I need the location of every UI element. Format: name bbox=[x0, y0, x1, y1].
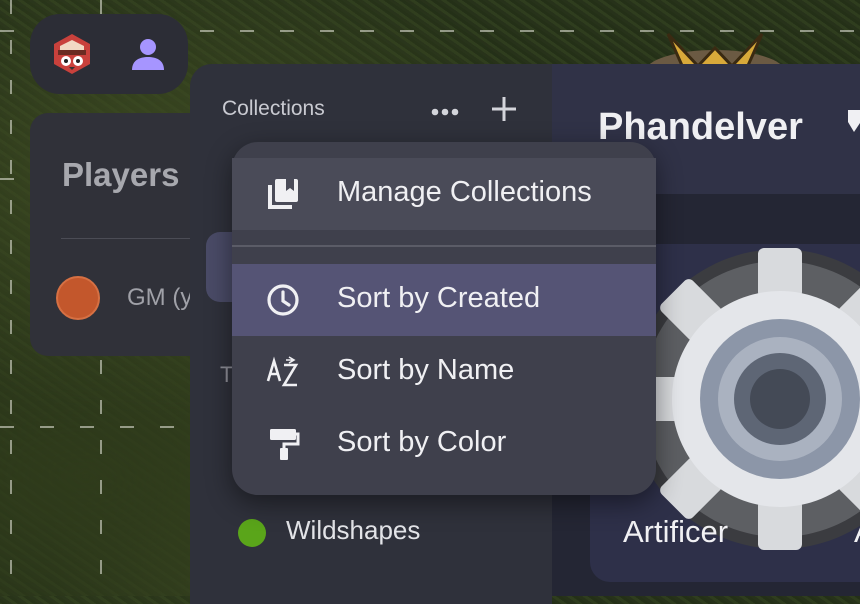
menu-item-sort-color[interactable]: Sort by Color bbox=[232, 408, 656, 480]
collections-icon bbox=[268, 179, 298, 209]
sort-az-icon bbox=[266, 356, 299, 387]
player-name[interactable]: GM (y bbox=[127, 284, 192, 312]
clock-icon bbox=[267, 284, 299, 316]
menu-item-sort-name[interactable]: Sort by Name bbox=[232, 336, 656, 408]
paint-roller-icon bbox=[270, 429, 300, 460]
collection-color-dot bbox=[238, 519, 266, 547]
more-horizontal-icon[interactable] bbox=[430, 98, 460, 126]
menu-item-manage-collections[interactable]: Manage Collections bbox=[232, 158, 656, 230]
menu-item-label: Sort by Created bbox=[337, 282, 541, 314]
menu-divider bbox=[232, 245, 656, 247]
plus-icon[interactable] bbox=[490, 94, 518, 124]
players-title: Players bbox=[62, 156, 180, 193]
menu-item-label: Sort by Name bbox=[337, 354, 515, 386]
player-color-dot[interactable] bbox=[56, 276, 100, 320]
collections-title: Collections bbox=[222, 97, 325, 120]
map-grid-line bbox=[10, 0, 12, 596]
owlbear-logo-icon[interactable] bbox=[50, 32, 94, 76]
menu-item-label: Sort by Color bbox=[337, 426, 507, 458]
top-toolbar bbox=[30, 14, 188, 94]
token-name: Artificer bbox=[623, 514, 729, 549]
collection-item-wildshapes[interactable]: Wildshapes bbox=[286, 515, 420, 546]
tag-icon[interactable] bbox=[848, 110, 860, 132]
menu-item-sort-created[interactable]: Sort by Created bbox=[232, 264, 656, 336]
token-name-partial: A bbox=[854, 514, 860, 550]
collections-menu: Manage Collections Sort by Created Sort … bbox=[232, 142, 656, 495]
person-icon[interactable] bbox=[128, 34, 168, 74]
menu-item-label: Manage Collections bbox=[337, 176, 592, 208]
